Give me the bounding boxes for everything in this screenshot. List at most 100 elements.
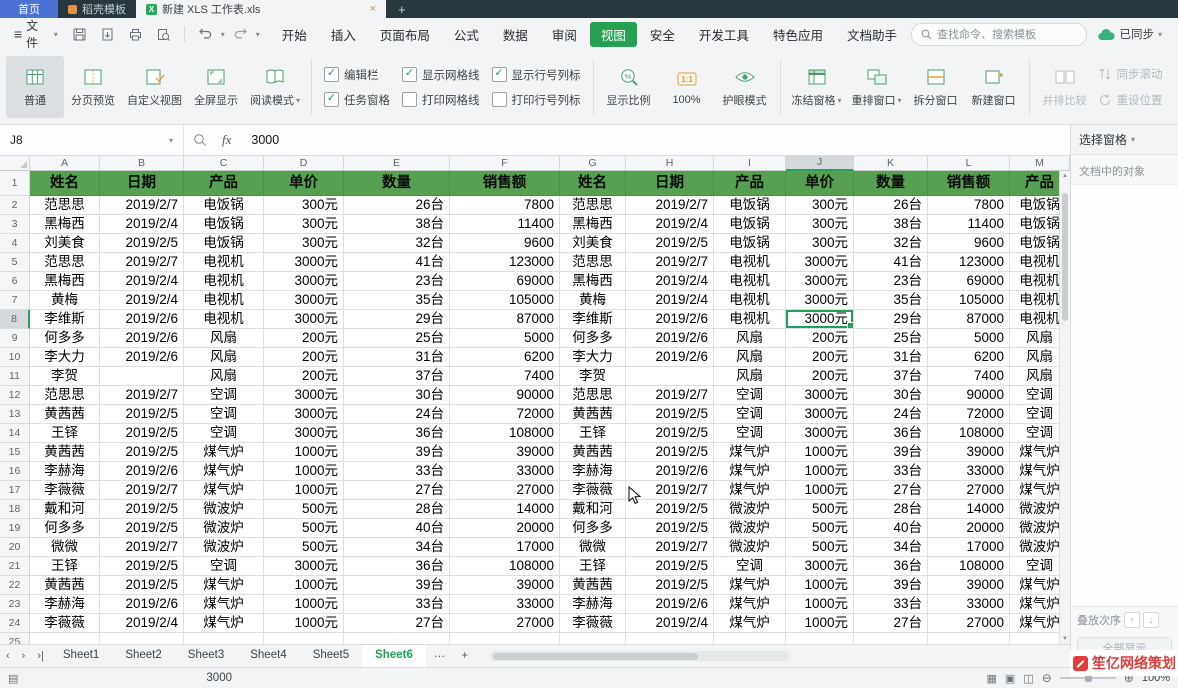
cell-D12[interactable]: 3000元 <box>264 386 344 405</box>
cell-B20[interactable]: 2019/2/7 <box>100 538 184 557</box>
cell-G13[interactable]: 黄茜茜 <box>560 405 626 424</box>
reading-mode-button[interactable]: 阅读模式▾ <box>245 56 305 118</box>
move-down-button[interactable]: ↓ <box>1143 612 1159 628</box>
cell-I12[interactable]: 空调 <box>714 386 786 405</box>
ribbon-tab-10[interactable]: 文档助手 <box>836 22 908 47</box>
cell-G3[interactable]: 黑梅西 <box>560 215 626 234</box>
sheet-list-button[interactable]: ⋯ <box>426 645 454 667</box>
normal-view-icon[interactable]: ▦ <box>987 672 997 685</box>
cell-J22[interactable]: 1000元 <box>786 576 854 595</box>
new-tab-button[interactable]: + <box>386 0 418 18</box>
cell-J13[interactable]: 3000元 <box>786 405 854 424</box>
cell-D23[interactable]: 1000元 <box>264 595 344 614</box>
ribbon-tab-4[interactable]: 数据 <box>492 22 539 47</box>
checkbox-task-pane[interactable]: ✓任务窗格 <box>324 92 390 108</box>
cell-J24[interactable]: 1000元 <box>786 614 854 633</box>
cell-G25[interactable] <box>560 633 626 644</box>
checkbox-edit-bar[interactable]: ✓编辑栏 <box>324 67 390 83</box>
cell-I6[interactable]: 电视机 <box>714 272 786 291</box>
close-document-icon[interactable]: × <box>370 3 376 15</box>
row-header-1[interactable]: 1 <box>0 171 30 196</box>
cell-C2[interactable]: 电饭锅 <box>184 196 264 215</box>
cell-B6[interactable]: 2019/2/4 <box>100 272 184 291</box>
cell-J9[interactable]: 200元 <box>786 329 854 348</box>
cell-F14[interactable]: 108000 <box>450 424 560 443</box>
cell-J21[interactable]: 3000元 <box>786 557 854 576</box>
zoom-slider[interactable] <box>1060 677 1116 679</box>
cell-B24[interactable]: 2019/2/4 <box>100 614 184 633</box>
cell-E8[interactable]: 29台 <box>344 310 450 329</box>
cell-D6[interactable]: 3000元 <box>264 272 344 291</box>
export-button[interactable] <box>95 27 120 42</box>
sync-status[interactable]: 已同步 ▾ <box>1090 26 1170 42</box>
save-button[interactable] <box>67 27 92 42</box>
zoom-formula-button[interactable] <box>184 133 216 147</box>
next-sheet-button[interactable]: › <box>16 645 32 667</box>
column-header-K[interactable]: K <box>854 156 928 171</box>
cell-F19[interactable]: 20000 <box>450 519 560 538</box>
cell-C14[interactable]: 空调 <box>184 424 264 443</box>
cell-H24[interactable]: 2019/2/4 <box>626 614 714 633</box>
column-header-B[interactable]: B <box>100 156 184 171</box>
full-screen-button[interactable]: 全屏显示 <box>187 56 245 118</box>
sheet-tab-3[interactable]: Sheet3 <box>175 645 237 667</box>
home-tab[interactable]: 首页 <box>0 0 58 18</box>
row-header-9[interactable]: 9 <box>0 329 30 348</box>
new-window-button[interactable]: 新建窗口 <box>965 56 1023 118</box>
ribbon-tab-1[interactable]: 插入 <box>320 22 367 47</box>
cell-I21[interactable]: 空调 <box>714 557 786 576</box>
column-header-G[interactable]: G <box>560 156 626 171</box>
cell-B7[interactable]: 2019/2/4 <box>100 291 184 310</box>
cell-J6[interactable]: 3000元 <box>786 272 854 291</box>
cell-E16[interactable]: 33台 <box>344 462 450 481</box>
cell-G7[interactable]: 黄梅 <box>560 291 626 310</box>
first-sheet-button[interactable]: ‹ <box>0 645 16 667</box>
cell-L3[interactable]: 11400 <box>928 215 1010 234</box>
cell-E22[interactable]: 39台 <box>344 576 450 595</box>
cell-J8[interactable]: 3000元 <box>786 310 854 329</box>
cell-B3[interactable]: 2019/2/4 <box>100 215 184 234</box>
cell-B16[interactable]: 2019/2/6 <box>100 462 184 481</box>
ribbon-tab-0[interactable]: 开始 <box>271 22 318 47</box>
print-button[interactable] <box>123 27 148 42</box>
cell-I5[interactable]: 电视机 <box>714 253 786 272</box>
cell-C17[interactable]: 煤气炉 <box>184 481 264 500</box>
cell-C13[interactable]: 空调 <box>184 405 264 424</box>
cell-C22[interactable]: 煤气炉 <box>184 576 264 595</box>
cell-G17[interactable]: 李薇薇 <box>560 481 626 500</box>
column-header-C[interactable]: C <box>184 156 264 171</box>
cell-J11[interactable]: 200元 <box>786 367 854 386</box>
cell-F5[interactable]: 123000 <box>450 253 560 272</box>
column-header-F[interactable]: F <box>450 156 560 171</box>
cell-H7[interactable]: 2019/2/4 <box>626 291 714 310</box>
row-header-20[interactable]: 20 <box>0 538 30 557</box>
cell-F16[interactable]: 33000 <box>450 462 560 481</box>
row-header-21[interactable]: 21 <box>0 557 30 576</box>
sheet-tab-4[interactable]: Sheet4 <box>237 645 299 667</box>
cell-E11[interactable]: 37台 <box>344 367 450 386</box>
cell-C10[interactable]: 风扇 <box>184 348 264 367</box>
rearrange-windows-button[interactable]: 重排窗口▾ <box>847 56 907 118</box>
cell-A24[interactable]: 李薇薇 <box>30 614 100 633</box>
cell-D7[interactable]: 3000元 <box>264 291 344 310</box>
ribbon-tab-3[interactable]: 公式 <box>443 22 490 47</box>
cell-B22[interactable]: 2019/2/5 <box>100 576 184 595</box>
cell-G9[interactable]: 何多多 <box>560 329 626 348</box>
row-header-13[interactable]: 13 <box>0 405 30 424</box>
checkbox-print-gridlines[interactable]: 打印网格线 <box>402 92 480 108</box>
cell-L7[interactable]: 105000 <box>928 291 1010 310</box>
cell-D9[interactable]: 200元 <box>264 329 344 348</box>
row-header-7[interactable]: 7 <box>0 291 30 310</box>
cell-E3[interactable]: 38台 <box>344 215 450 234</box>
ribbon-tab-8[interactable]: 开发工具 <box>688 22 760 47</box>
cell-B9[interactable]: 2019/2/6 <box>100 329 184 348</box>
cell-E24[interactable]: 27台 <box>344 614 450 633</box>
view-normal-button[interactable]: 普通 <box>6 56 64 118</box>
cell-D19[interactable]: 500元 <box>264 519 344 538</box>
cell-H10[interactable]: 2019/2/6 <box>626 348 714 367</box>
cell-H3[interactable]: 2019/2/4 <box>626 215 714 234</box>
eye-protection-button[interactable]: 护眼模式 <box>716 56 774 118</box>
cell-I4[interactable]: 电饭锅 <box>714 234 786 253</box>
cell-K24[interactable]: 27台 <box>854 614 928 633</box>
cell-C5[interactable]: 电视机 <box>184 253 264 272</box>
